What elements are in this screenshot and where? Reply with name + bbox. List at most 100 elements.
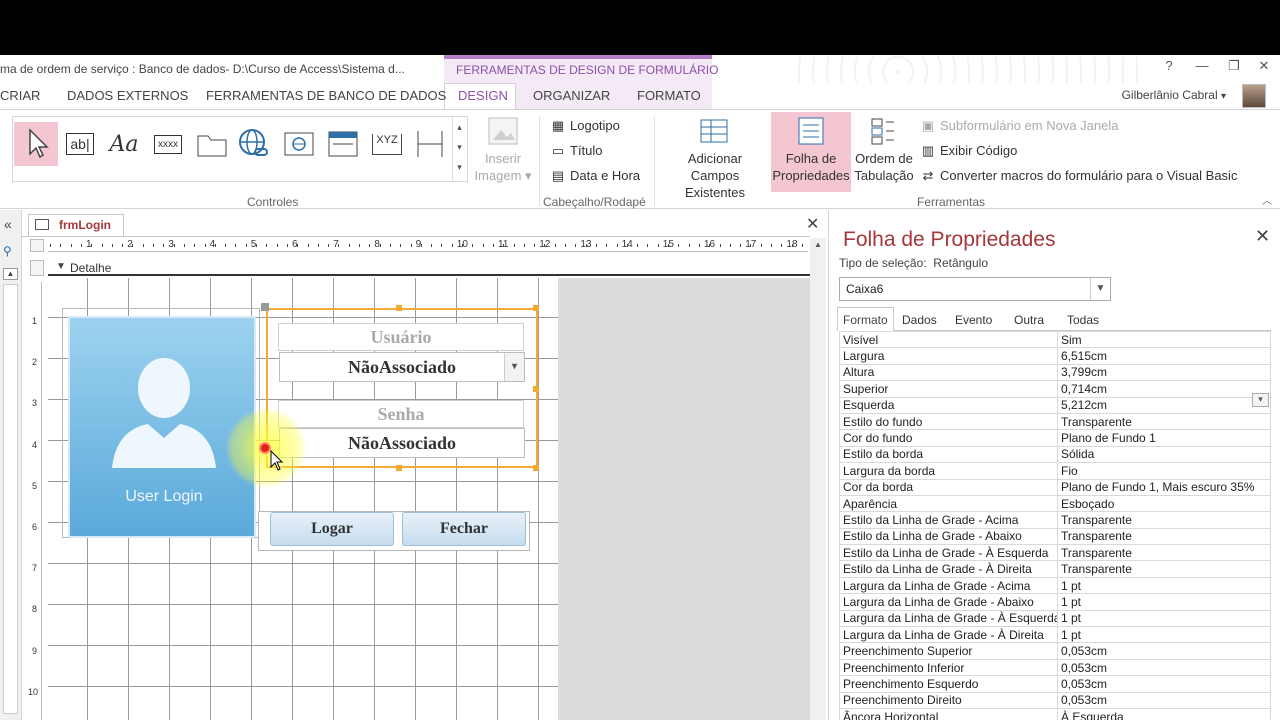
form-detail-grid[interactable]: User Login Logar Fechar Usuário NãoAssoc…	[48, 278, 558, 720]
property-value[interactable]: Transparente	[1057, 511, 1271, 529]
data-hora-button[interactable]: ▤ Data e Hora	[550, 168, 640, 184]
expand-nav-icon[interactable]: «	[4, 216, 12, 232]
avatar[interactable]	[1242, 84, 1266, 108]
tab-control-icon[interactable]	[194, 126, 230, 162]
property-value[interactable]: À Esquerda	[1057, 707, 1271, 720]
button-control[interactable]: xxxx	[150, 126, 186, 162]
property-row[interactable]: Superior 0,714cm	[839, 380, 1271, 398]
property-row[interactable]: Largura da Linha de Grade - À Esquerda 1 …	[839, 609, 1271, 628]
chevron-down-icon[interactable]: ▼	[1090, 278, 1110, 300]
senha-field[interactable]: NãoAssociado	[279, 428, 525, 458]
senha-label[interactable]: Senha	[278, 400, 524, 428]
property-value[interactable]: 1 pt	[1057, 593, 1271, 611]
ptab-todas[interactable]: Todas	[1061, 310, 1105, 330]
property-row[interactable]: Preenchimento Superior 0,053cm	[839, 642, 1271, 660]
usuario-combo[interactable]: NãoAssociado ▾	[279, 352, 525, 382]
form-selector[interactable]	[30, 239, 44, 252]
tab-organizar[interactable]: ORGANIZAR	[533, 88, 610, 103]
property-row[interactable]: Aparência Esboçado	[839, 494, 1271, 513]
property-row[interactable]: Largura da Linha de Grade - Acima 1 pt	[839, 576, 1271, 595]
section-selector[interactable]	[30, 260, 44, 276]
property-value[interactable]: Esboçado	[1057, 494, 1271, 513]
resize-handle-top-right[interactable]	[533, 305, 539, 311]
property-row[interactable]: Estilo da Linha de Grade - Abaixo Transpa…	[839, 527, 1271, 546]
user-login-image[interactable]: User Login	[68, 316, 256, 538]
chevron-down-icon[interactable]: ▾	[504, 353, 524, 381]
hyperlink-control-icon[interactable]	[236, 126, 272, 162]
property-value[interactable]: Transparente	[1057, 544, 1271, 562]
property-value[interactable]: 0,053cm	[1057, 691, 1271, 709]
tab-criar[interactable]: CRIAR	[0, 88, 40, 103]
property-value[interactable]: Fio	[1057, 462, 1271, 480]
property-row[interactable]: Preenchimento Esquerdo 0,053cm	[839, 675, 1271, 693]
property-row[interactable]: Âncora Horizontal À Esquerda	[839, 707, 1271, 720]
close-button[interactable]: ✕	[1252, 58, 1276, 78]
property-row[interactable]: Estilo da Linha de Grade - Acima Transpar…	[839, 511, 1271, 529]
minimize-button[interactable]: —	[1190, 58, 1214, 78]
option-group-control[interactable]: XYZ	[369, 126, 405, 162]
usuario-label[interactable]: Usuário	[278, 323, 524, 351]
titulo-button[interactable]: ▭ Título	[550, 143, 603, 159]
exibir-codigo-button[interactable]: ▥ Exibir Código	[920, 143, 1017, 159]
property-value[interactable]: Transparente	[1057, 560, 1271, 578]
adicionar-campos-button[interactable]: Adicionar Campos Existentes	[660, 116, 770, 201]
close-icon[interactable]: ✕	[1255, 226, 1270, 247]
property-row[interactable]: Preenchimento Inferior 0,053cm	[839, 658, 1271, 677]
ptab-dados[interactable]: Dados	[896, 310, 943, 330]
property-value[interactable]: 5,212cm	[1057, 396, 1271, 414]
resize-handle-right[interactable]	[533, 386, 539, 392]
object-selector[interactable]: Caixa6 ▼	[839, 277, 1111, 301]
property-row[interactable]: Largura da Linha de Grade - Abaixo 1 pt	[839, 593, 1271, 611]
inserir-imagem-button[interactable]: Inserir Imagem ▾	[472, 116, 534, 184]
property-value[interactable]: Transparente	[1057, 412, 1271, 431]
property-value[interactable]: Sim	[1057, 330, 1271, 349]
fechar-button[interactable]: Fechar	[402, 512, 526, 546]
property-value[interactable]: Transparente	[1057, 527, 1271, 546]
property-value[interactable]: 0,053cm	[1057, 658, 1271, 677]
property-row[interactable]: Altura 3,799cm	[839, 363, 1271, 382]
property-row[interactable]: Visível Sim	[839, 330, 1271, 349]
property-value[interactable]: 3,799cm	[1057, 363, 1271, 382]
page-break-control-icon[interactable]	[412, 126, 448, 162]
move-handle[interactable]	[261, 303, 269, 311]
search-icon[interactable]: ⚲	[3, 244, 12, 258]
property-value[interactable]: 6,515cm	[1057, 347, 1271, 365]
property-row[interactable]: Esquerda 5,212cm	[839, 396, 1271, 414]
property-row[interactable]: Cor da borda Plano de Fundo 1, Mais escur…	[839, 478, 1271, 496]
resize-handle-bottom-right[interactable]	[533, 465, 539, 471]
section-bar-detalhe[interactable]: ▼ Detalhe	[48, 260, 810, 276]
textbox-control[interactable]: ab|	[62, 126, 98, 162]
subformulario-button[interactable]: ▣ Subformulário em Nova Janela	[920, 118, 1119, 134]
collapse-ribbon-icon[interactable]: ︿	[1262, 192, 1272, 207]
chevron-down-icon[interactable]: ▾	[1252, 393, 1269, 407]
ptab-formato[interactable]: Formato	[837, 307, 894, 331]
property-row[interactable]: Preenchimento Direito 0,053cm	[839, 691, 1271, 709]
tab-design[interactable]: DESIGN	[458, 88, 508, 103]
ordem-tabulacao-button[interactable]: Ordem de Tabulação	[852, 116, 916, 184]
restore-button[interactable]: ❐	[1222, 58, 1246, 78]
close-document-button[interactable]: ✕	[806, 214, 819, 234]
property-row[interactable]: Largura da borda Fio	[839, 462, 1271, 480]
property-row[interactable]: Largura da Linha de Grade - À Direita 1 p…	[839, 626, 1271, 644]
resize-handle-top[interactable]	[396, 305, 402, 311]
property-value[interactable]: 1 pt	[1057, 609, 1271, 628]
gallery-scroll[interactable]: ▴ ▾ ▾	[452, 117, 466, 181]
resize-handle-bottom[interactable]	[396, 465, 402, 471]
scroll-up-icon[interactable]: ▲	[3, 268, 18, 280]
select-pointer-button[interactable]	[14, 122, 58, 166]
tab-formato[interactable]: FORMATO	[637, 88, 701, 103]
property-row[interactable]: Cor do fundo Plano de Fundo 1	[839, 429, 1271, 447]
property-value[interactable]: 1 pt	[1057, 626, 1271, 644]
property-row[interactable]: Estilo da Linha de Grade - À Direita Tran…	[839, 560, 1271, 578]
ptab-evento[interactable]: Evento	[949, 310, 998, 330]
ptab-outra[interactable]: Outra	[1008, 310, 1050, 330]
property-value[interactable]: 0,714cm	[1057, 380, 1271, 398]
web-browser-control-icon[interactable]	[281, 126, 317, 162]
label-control[interactable]: Aa	[106, 126, 142, 162]
tab-dados-externos[interactable]: DADOS EXTERNOS	[67, 88, 188, 103]
property-value[interactable]: 0,053cm	[1057, 642, 1271, 660]
vertical-scrollbar[interactable]: ▲	[810, 238, 826, 720]
property-value[interactable]: Plano de Fundo 1, Mais escuro 35%	[1057, 478, 1271, 496]
tab-ferramentas-bd[interactable]: FERRAMENTAS DE BANCO DE DADOS	[206, 88, 446, 103]
scroll-up-icon[interactable]: ▲	[812, 240, 824, 252]
